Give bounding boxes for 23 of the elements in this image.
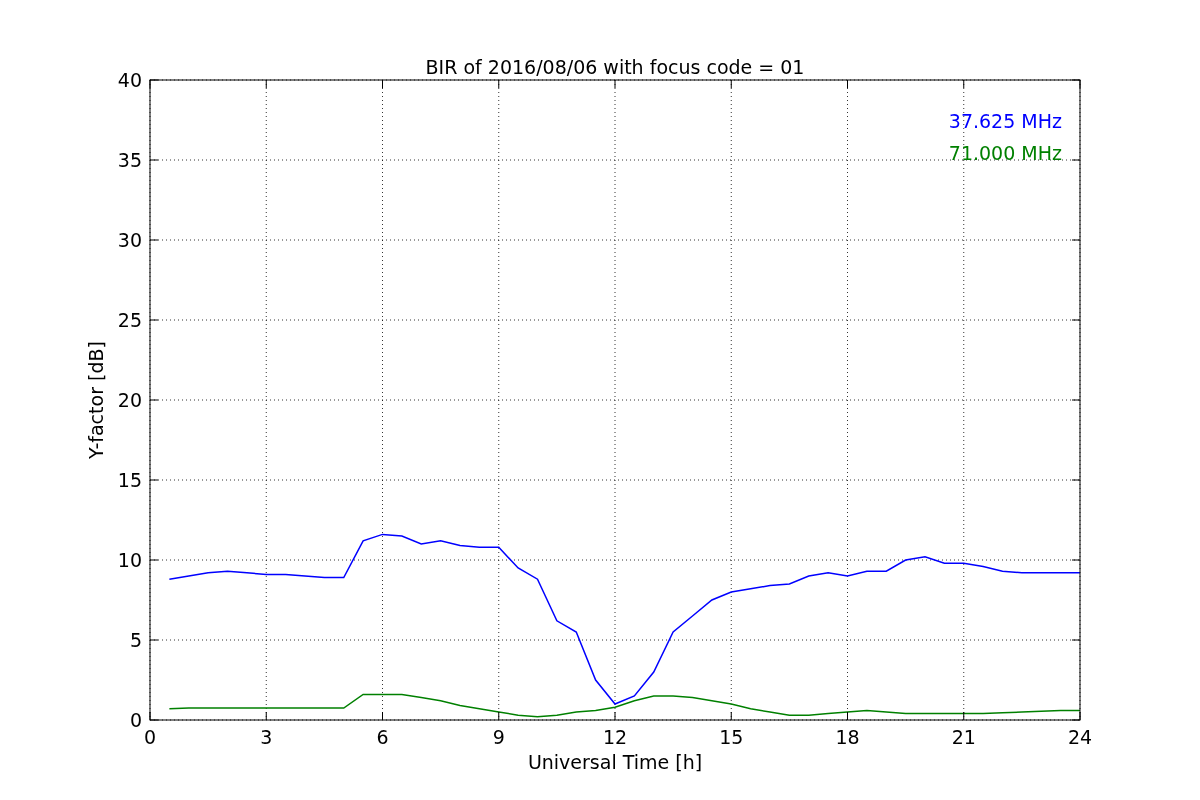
x-tick-label: 15 [719,726,744,748]
y-tick-label: 35 [117,149,142,171]
series-label: 71.000 MHz [948,142,1062,164]
x-tick-label: 24 [1067,726,1093,748]
x-tick-label: 6 [376,726,389,748]
x-axis-label: Universal Time [h] [527,751,703,773]
x-tick-label: 9 [492,726,505,748]
y-axis-label: Y-factor [dB] [85,341,107,459]
x-tick-label: 0 [143,726,157,748]
x-tick-label: 18 [835,726,860,748]
y-tick-label: 20 [117,389,142,411]
y-tick-label: 5 [129,629,142,651]
series-label: 37.625 MHz [948,110,1062,132]
chart-title: BIR of 2016/08/06 with focus code = 01 [425,56,805,78]
y-tick-label: 0 [129,709,142,731]
y-tick-label: 15 [117,469,142,491]
x-tick-label: 3 [260,726,273,748]
y-tick-label: 30 [117,229,142,251]
x-tick-label: 12 [602,726,628,748]
y-tick-label: 40 [117,69,142,91]
y-tick-label: 10 [117,549,142,571]
y-tick-label: 25 [117,309,142,331]
x-tick-label: 21 [951,726,976,748]
